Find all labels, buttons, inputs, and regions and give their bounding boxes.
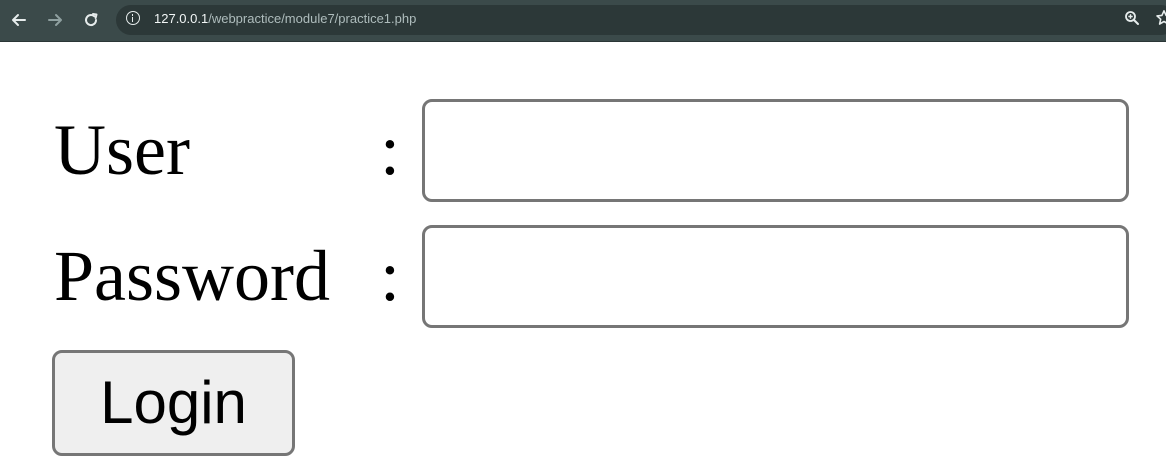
user-label: User <box>54 110 190 190</box>
url-text[interactable]: 127.0.0.1/webpractice/module7/practice1.… <box>154 11 416 26</box>
password-label: Password <box>54 236 331 316</box>
user-input[interactable] <box>422 99 1129 202</box>
url-host: 127.0.0.1 <box>154 11 209 26</box>
browser-toolbar: 127.0.0.1/webpractice/module7/practice1.… <box>0 0 1166 42</box>
reload-button[interactable] <box>79 8 103 32</box>
reload-icon <box>85 13 98 27</box>
info-icon[interactable] <box>126 11 140 25</box>
zoom-icon[interactable] <box>1124 10 1140 26</box>
back-button[interactable] <box>7 8 31 32</box>
url-path: /webpractice/module7/practice1.php <box>208 11 417 26</box>
user-label-colon: : <box>380 110 401 190</box>
password-label-colon: : <box>380 236 401 316</box>
login-button[interactable]: Login <box>52 350 295 456</box>
password-input[interactable] <box>422 225 1129 328</box>
star-icon[interactable] <box>1155 9 1166 27</box>
arrow-right-icon <box>48 14 62 26</box>
arrow-left-icon <box>12 14 26 26</box>
forward-button[interactable] <box>43 8 67 32</box>
